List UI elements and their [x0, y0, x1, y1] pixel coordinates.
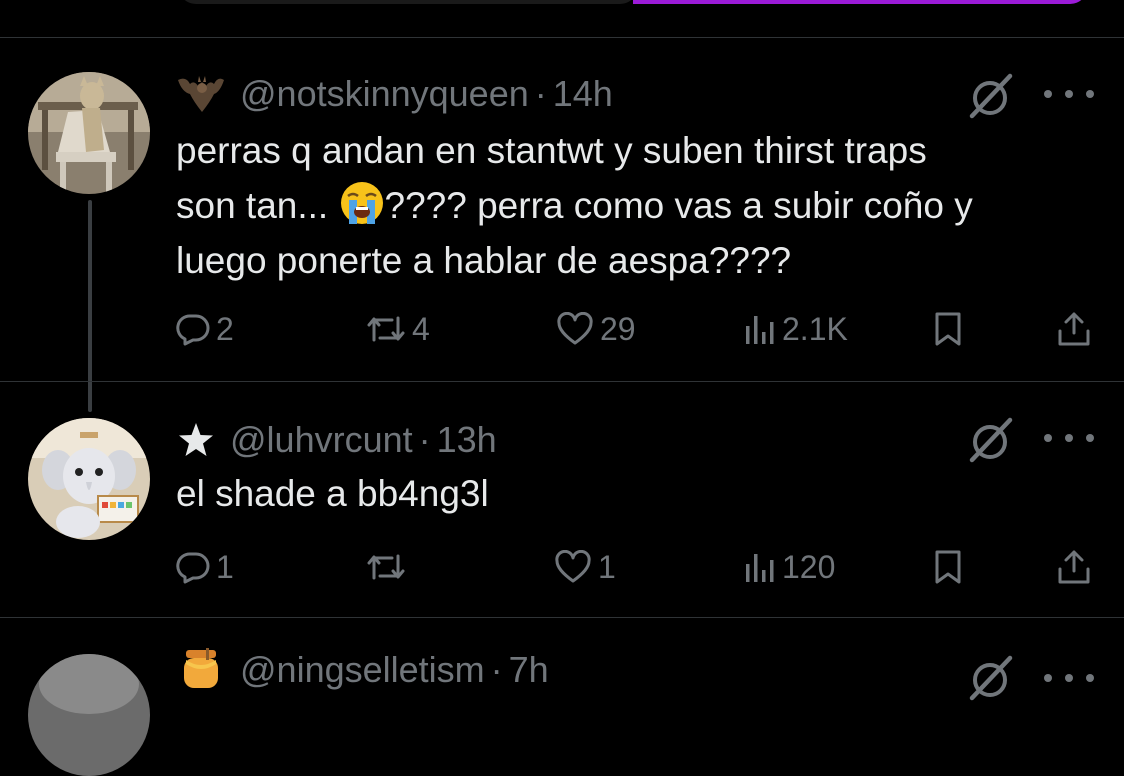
retweet-button[interactable]	[366, 542, 412, 592]
bookmark-button[interactable]	[932, 542, 964, 592]
share-icon	[1058, 550, 1090, 584]
reply-button[interactable]: 2	[176, 304, 234, 354]
tweet-notskinnyqueen[interactable]: @notskinnyqueen · 14h perras q andan en …	[0, 72, 1124, 382]
avatar[interactable]	[28, 654, 150, 776]
divider	[0, 617, 1124, 618]
author-handle[interactable]: @notskinnyqueen	[240, 73, 529, 115]
retweet-count: 4	[412, 310, 430, 347]
grok-icon[interactable]	[966, 416, 1014, 464]
media-left-image	[178, 0, 638, 4]
views-button[interactable]: 2.1K	[744, 304, 848, 354]
like-button[interactable]: 29	[556, 304, 636, 354]
tweet-header: @ningselletism · 7h	[176, 648, 549, 692]
previous-tweet-media-edge[interactable]	[178, 0, 1088, 6]
loudly-crying-face-emoji-icon	[339, 180, 385, 226]
like-button[interactable]: 1	[554, 542, 616, 592]
bat-emoji-icon	[176, 72, 226, 116]
views-button[interactable]: 120	[744, 542, 835, 592]
bookmark-icon	[935, 550, 961, 584]
like-count: 1	[598, 548, 616, 585]
view-count: 120	[782, 548, 836, 585]
reply-count: 1	[216, 548, 234, 585]
bookmark-icon	[935, 312, 961, 346]
reply-icon	[176, 552, 210, 584]
like-count: 29	[600, 310, 636, 347]
more-options-icon[interactable]	[1044, 668, 1094, 688]
views-icon	[746, 316, 774, 344]
star-icon	[176, 418, 216, 462]
retweet-icon	[367, 554, 405, 580]
more-options-icon[interactable]	[1044, 428, 1094, 448]
media-right-image	[633, 0, 1088, 4]
grok-icon[interactable]	[966, 72, 1014, 120]
share-button[interactable]	[1056, 304, 1092, 354]
timestamp[interactable]: 13h	[437, 419, 497, 461]
tweet-text: el shade a bb4ng3l	[176, 473, 489, 514]
reply-button[interactable]: 1	[176, 542, 234, 592]
retweet-icon	[367, 316, 405, 342]
author-handle[interactable]: @luhvrcunt	[230, 419, 413, 461]
tweet-header: @luhvrcunt · 13h	[176, 418, 497, 462]
share-icon	[1058, 312, 1090, 346]
views-icon	[746, 554, 774, 582]
timestamp[interactable]: 14h	[553, 73, 613, 115]
retweet-button[interactable]: 4	[366, 304, 430, 354]
tweet-luhvrcunt[interactable]: @luhvrcunt · 13h el shade a bb4ng3l 1 1 …	[0, 416, 1124, 598]
view-count: 2.1K	[782, 310, 848, 347]
separator-dot: ·	[534, 73, 547, 114]
avatar[interactable]	[28, 418, 150, 540]
heart-icon	[557, 312, 593, 345]
grok-icon[interactable]	[966, 654, 1014, 702]
bookmark-button[interactable]	[932, 304, 964, 354]
separator-dot: ·	[418, 419, 431, 460]
tweet-actions: 2 4 29 2.1K	[176, 304, 1094, 354]
reply-icon	[176, 314, 210, 346]
divider	[0, 381, 1124, 382]
tweet-actions: 1 1 120	[176, 542, 1094, 592]
tweet-header: @notskinnyqueen · 14h	[176, 72, 613, 116]
tweet-text: perras q andan en stantwt y suben thirst…	[176, 123, 1096, 288]
honey-pot-emoji-icon	[176, 648, 226, 692]
avatar[interactable]	[28, 72, 150, 194]
reply-count: 2	[216, 310, 234, 347]
share-button[interactable]	[1056, 542, 1092, 592]
tweet-ningselletism[interactable]: @ningselletism · 7h	[0, 648, 1124, 776]
more-options-icon[interactable]	[1044, 84, 1094, 104]
divider	[0, 37, 1124, 38]
heart-icon	[555, 550, 591, 583]
